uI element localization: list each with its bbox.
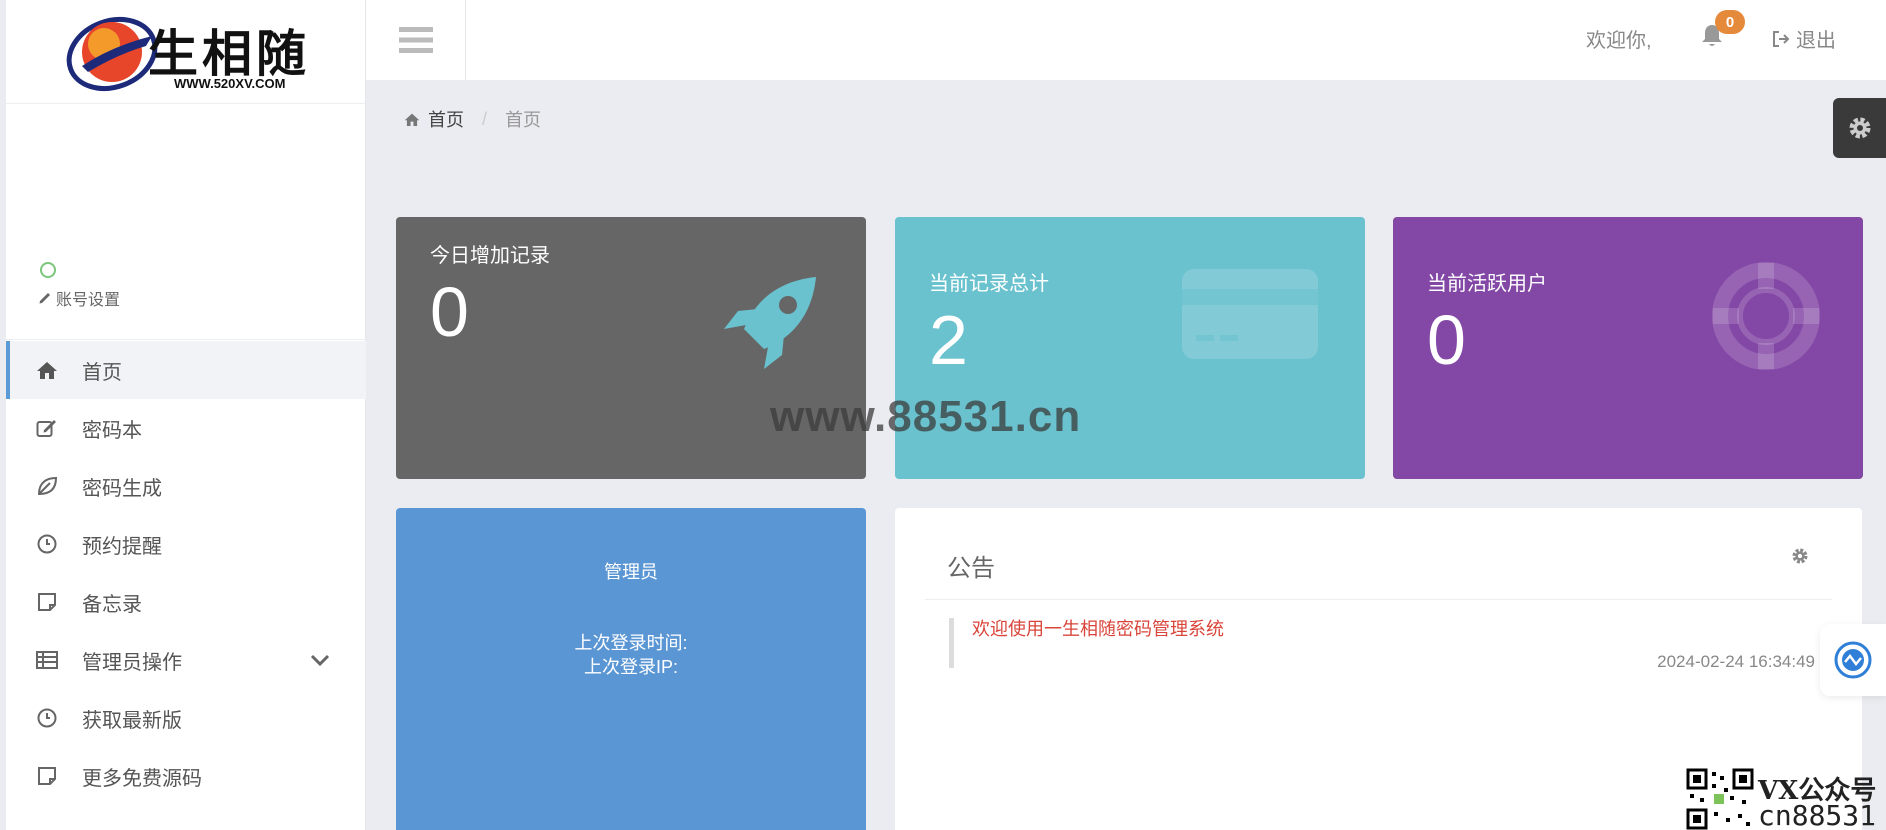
note-icon — [34, 765, 60, 787]
sign-out-icon — [1773, 30, 1790, 47]
sidebar-toggle-button[interactable] — [366, 0, 466, 80]
qr-caption-line2: cn88531 — [1758, 799, 1877, 830]
logo[interactable]: 生相随 WWW.520XV.COM — [6, 0, 366, 104]
notice-title: 公告 — [947, 555, 995, 582]
sidebar-item-reminder[interactable]: 预约提醒 — [6, 515, 366, 573]
home-icon — [404, 113, 420, 126]
sidebar-item-admin-ops[interactable]: 管理员操作 — [6, 631, 366, 689]
clock-icon — [34, 533, 60, 555]
stat-card-active: 当前活跃用户 0 — [1393, 217, 1863, 479]
sidebar-item-more-source[interactable]: 更多免费源码 — [6, 747, 366, 805]
last-login-time-label: 上次登录时间: — [574, 633, 688, 653]
stat-value: 2 — [929, 301, 968, 379]
sidebar-item-label: 更多免费源码 — [82, 767, 202, 790]
settings-panel-toggle[interactable] — [1833, 98, 1886, 158]
gear-icon — [1849, 117, 1870, 139]
logo-url-text: WWW.520XV.COM — [174, 76, 286, 91]
sidebar: 生相随 WWW.520XV.COM 账号设置 首页 密码本 密码生成 预约提醒 … — [6, 0, 366, 830]
notification-badge: 0 — [1715, 10, 1745, 34]
notice-item: 欢迎使用一生相随密码管理系统 2024-02-24 16:34:49 — [949, 618, 1815, 671]
breadcrumb-home-link[interactable]: 首页 — [404, 106, 464, 132]
list-icon — [398, 27, 433, 53]
gear-icon[interactable] — [1790, 546, 1810, 571]
qr-promo: VX公众号 cn88531 — [1686, 768, 1886, 830]
stat-title: 当前记录总计 — [929, 273, 1049, 295]
account-settings-link[interactable]: 账号设置 — [38, 286, 120, 310]
sidebar-item-memo[interactable]: 备忘录 — [6, 573, 366, 631]
breadcrumb-home-label: 首页 — [428, 110, 464, 130]
chevron-down-icon[interactable] — [310, 650, 330, 673]
note-icon — [34, 591, 60, 613]
online-status-icon — [40, 262, 56, 278]
user-area: 账号设置 — [6, 104, 366, 340]
last-login-ip-label: 上次登录IP: — [583, 657, 678, 677]
pencil-icon — [39, 293, 50, 304]
clock-icon — [34, 707, 60, 729]
sidebar-item-label: 备忘录 — [82, 593, 142, 616]
qr-code-icon — [1686, 768, 1754, 830]
sidebar-item-label: 首页 — [82, 361, 122, 384]
rocket-icon — [724, 277, 816, 369]
notice-time: 2024-02-24 16:34:49 — [1657, 652, 1815, 671]
credit-card-icon — [1182, 269, 1318, 359]
watermark-text: www.88531.cn — [770, 392, 1082, 441]
home-icon — [34, 359, 60, 381]
sidebar-item-latest-version[interactable]: 获取最新版 — [6, 689, 366, 747]
divider — [925, 599, 1832, 600]
sidebar-item-password-book[interactable]: 密码本 — [6, 399, 366, 457]
floating-assistant-button[interactable] — [1820, 624, 1886, 696]
stat-value: 0 — [1427, 301, 1466, 379]
sidebar-item-label: 获取最新版 — [82, 709, 182, 732]
life-ring-icon — [1712, 262, 1820, 370]
table-icon — [34, 649, 60, 671]
top-header: 欢迎你, 0 退出 — [366, 0, 1886, 80]
edit-icon — [34, 417, 60, 439]
sidebar-item-label: 预约提醒 — [82, 535, 162, 558]
sidebar-item-password-generate[interactable]: 密码生成 — [6, 457, 366, 515]
sidebar-item-home[interactable]: 首页 — [6, 341, 366, 399]
admin-info-card: 管理员 上次登录时间: 上次登录IP: — [396, 508, 866, 830]
leaf-icon — [34, 475, 60, 497]
stat-title: 今日增加记录 — [430, 245, 550, 267]
sidebar-item-label: 密码生成 — [82, 477, 162, 500]
admin-title: 管理员 — [604, 562, 658, 582]
stat-value: 0 — [430, 273, 469, 351]
sidebar-item-label: 管理员操作 — [82, 651, 182, 674]
stat-title: 当前活跃用户 — [1427, 273, 1547, 295]
notice-text: 欢迎使用一生相随密码管理系统 — [972, 619, 1224, 640]
welcome-text: 欢迎你, — [1586, 30, 1652, 52]
account-settings-label: 账号设置 — [56, 292, 121, 309]
breadcrumb: 首页 / 首页 — [404, 106, 541, 132]
logout-button[interactable]: 退出 — [1772, 24, 1836, 53]
breadcrumb-current: 首页 — [505, 110, 542, 130]
sidebar-item-label: 密码本 — [82, 419, 142, 442]
sidebar-menu: 首页 密码本 密码生成 预约提醒 备忘录 管理员操作 获取最新版 更多免费源码 — [6, 341, 366, 805]
assistant-icon — [1834, 641, 1872, 679]
breadcrumb-separator: / — [482, 108, 488, 129]
logout-label: 退出 — [1796, 30, 1836, 52]
